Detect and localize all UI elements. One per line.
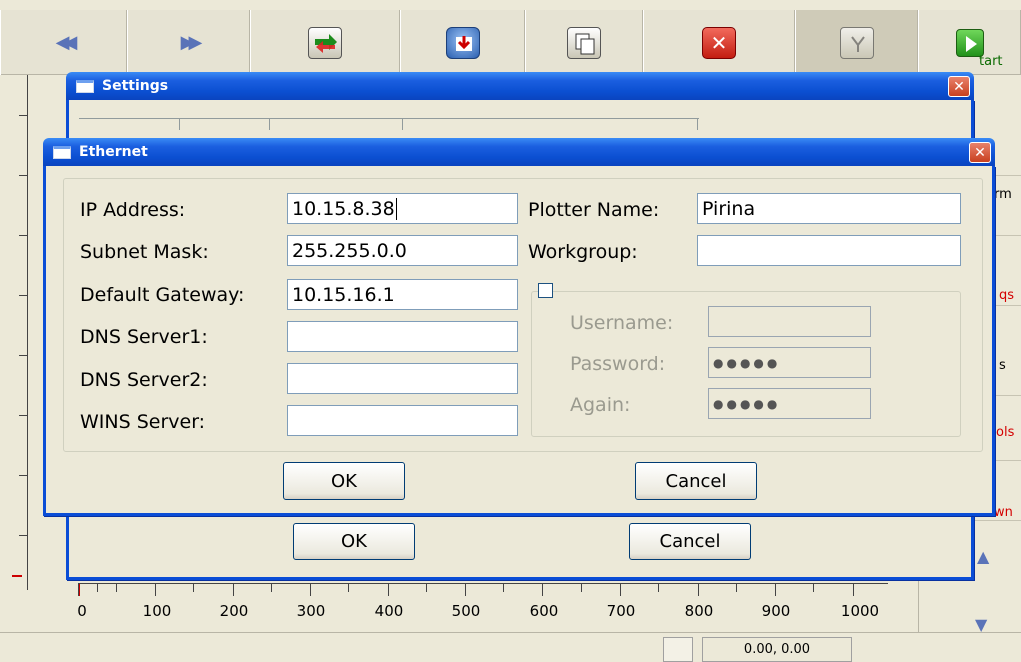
cancel-job-button[interactable]: ✕ [643, 10, 795, 75]
ruler-label: 400 [374, 602, 404, 620]
ruler-label: 800 [684, 602, 714, 620]
ruler-label: 1000 [840, 602, 880, 620]
again-field[interactable]: ●●●●● [708, 388, 871, 419]
dns-server2-label: DNS Server2: [80, 369, 208, 391]
status-bar: 0.00, 0.00 [0, 632, 1021, 662]
ruler-label: 700 [606, 602, 636, 620]
vector-button[interactable] [795, 10, 918, 75]
workgroup-label: Workgroup: [528, 241, 638, 263]
start-icon [955, 28, 984, 57]
default-gateway-field[interactable]: 10.15.16.1 [287, 279, 518, 310]
coordinates-readout: 0.00, 0.00 [702, 637, 852, 662]
cancel-icon: ✕ [702, 26, 736, 59]
settings-titlebar[interactable]: Settings ✕ [66, 72, 974, 100]
subnet-mask-label: Subnet Mask: [80, 241, 209, 263]
subnet-mask-field[interactable]: 255.255.0.0 [287, 235, 518, 266]
ethernet-title: Ethernet [79, 144, 148, 160]
transfer-icon [308, 26, 342, 59]
rewind-button[interactable]: ◀◀ [0, 10, 127, 75]
dns-server2-field[interactable] [287, 363, 518, 394]
forward-icon: ▶▶ [180, 32, 203, 53]
rewind-icon: ◀◀ [55, 32, 78, 53]
username-field[interactable] [708, 306, 871, 337]
vector-icon [839, 26, 874, 59]
password-label: Password: [570, 353, 666, 375]
forward-button[interactable]: ▶▶ [127, 10, 250, 75]
download-icon [445, 26, 480, 59]
settings-title: Settings [102, 78, 169, 94]
panel-label-freqs[interactable]: qs [999, 288, 1014, 303]
settings-cancel-button[interactable]: Cancel [629, 523, 751, 560]
close-icon: ✕ [974, 144, 986, 161]
again-label: Again: [570, 394, 631, 416]
download-button[interactable] [400, 10, 525, 75]
workgroup-field[interactable] [697, 235, 961, 266]
ruler-label: 200 [219, 602, 249, 620]
vertical-ruler [8, 75, 28, 590]
ruler-label: 300 [296, 602, 326, 620]
ethernet-ok-button[interactable]: OK [283, 462, 405, 500]
username-label: Username: [570, 312, 674, 334]
ruler-label: 900 [761, 602, 791, 620]
ruler-label: 0 [77, 602, 87, 620]
wins-server-label: WINS Server: [80, 411, 206, 433]
start-button[interactable]: tart [918, 10, 1021, 75]
dns-server1-field[interactable] [287, 321, 518, 352]
dns-server1-label: DNS Server1: [80, 326, 208, 348]
plotter-name-field[interactable]: Pirina [697, 193, 961, 224]
ruler-labels: 0 100 200 300 400 500 600 700 800 900 10… [60, 602, 900, 622]
authentication-checkbox[interactable] [538, 283, 553, 298]
horizontal-ruler [78, 583, 888, 603]
panel-label-form[interactable]: rm [994, 187, 1012, 202]
ethernet-dialog: Ethernet ✕ IP Address: 10.15.8.38 Subnet… [43, 138, 995, 516]
ruler-label: 600 [529, 602, 559, 620]
ip-address-field[interactable]: 10.15.8.38 [287, 193, 518, 224]
ethernet-titlebar[interactable]: Ethernet ✕ [43, 138, 995, 166]
transfer-button[interactable] [250, 10, 400, 75]
ethernet-close-button[interactable]: ✕ [969, 142, 991, 163]
main-toolbar: ◀◀ ▶▶ ✕ tart [0, 10, 1021, 75]
copy-icon [567, 26, 601, 59]
default-gateway-label: Default Gateway: [80, 284, 245, 306]
start-label: tart [979, 54, 1003, 69]
copy-button[interactable] [525, 10, 643, 75]
window-icon [53, 145, 71, 159]
ruler-label: 500 [451, 602, 481, 620]
text-caret [395, 197, 397, 220]
plotter-name-label: Plotter Name: [528, 199, 660, 221]
settings-tab-strip [79, 118, 699, 119]
window-icon [76, 79, 94, 93]
settings-close-button[interactable]: ✕ [948, 76, 970, 97]
settings-ok-button[interactable]: OK [293, 523, 415, 560]
status-indicator [663, 637, 693, 662]
scroll-up-icon[interactable]: ▲ [977, 547, 989, 566]
password-field[interactable]: ●●●●● [708, 347, 871, 378]
ip-address-label: IP Address: [80, 199, 186, 221]
panel-label-tools[interactable]: ols [996, 425, 1014, 440]
ethernet-cancel-button[interactable]: Cancel [635, 462, 757, 500]
ruler-label: 100 [142, 602, 172, 620]
close-icon: ✕ [953, 78, 965, 95]
ip-address-value: 10.15.8.38 [292, 197, 395, 220]
panel-label-down[interactable]: wn [994, 505, 1013, 520]
panel-label-s[interactable]: s [999, 358, 1006, 373]
wins-server-field[interactable] [287, 405, 518, 436]
